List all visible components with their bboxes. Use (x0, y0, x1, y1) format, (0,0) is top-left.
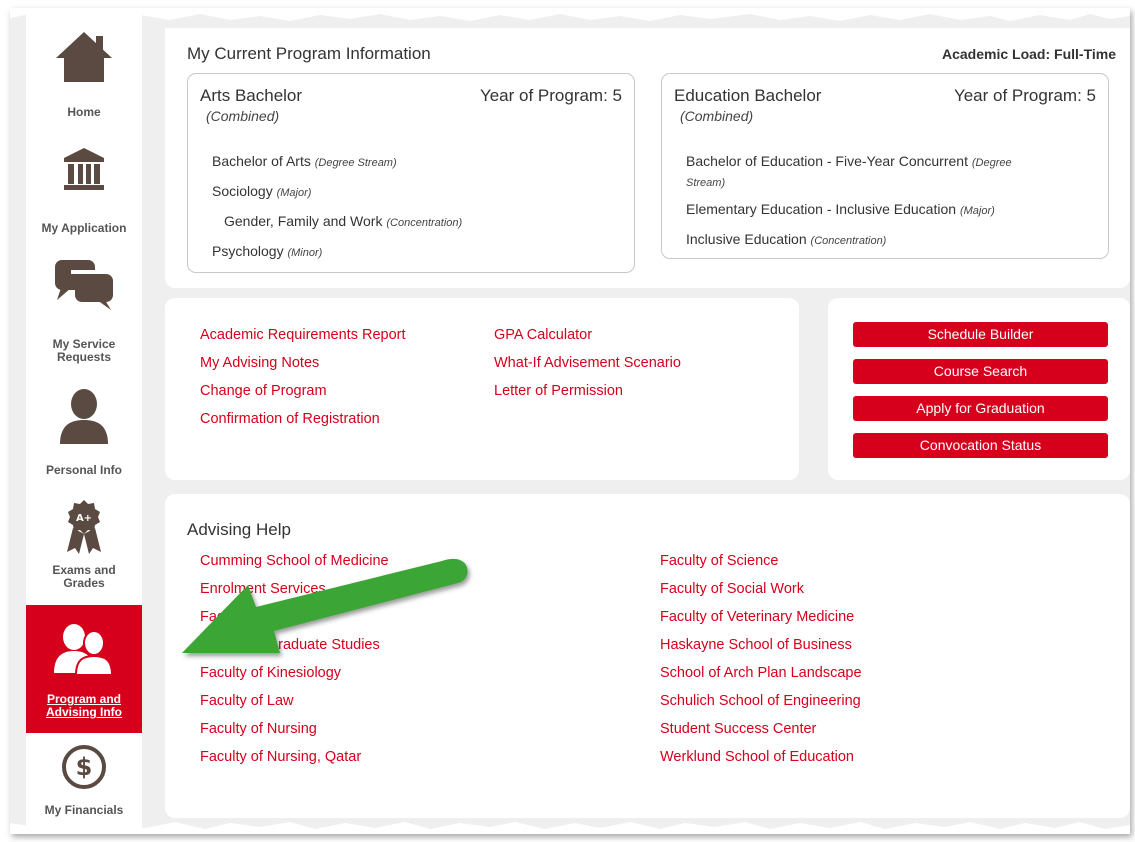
program-name: Arts Bachelor (200, 86, 303, 105)
academic-load: Academic Load: Full-Time (942, 46, 1116, 62)
program-line: Sociology (Major) (212, 183, 312, 199)
program-type: (Combined) (206, 108, 280, 124)
sidebar-item-my-application[interactable]: My Application (26, 138, 142, 238)
torn-edge-top (10, 8, 1130, 21)
sidebar-item-label: My Service Requests (52, 337, 116, 364)
screenshot-frame: Home My Application My Service Requests … (10, 8, 1130, 834)
program-box-arts: Arts Bachelor (Combined) Year of Program… (187, 73, 635, 273)
help-link[interactable]: Schulich School of Engineering (660, 693, 861, 709)
help-link[interactable]: Faculty of Social Work (660, 581, 804, 597)
sidebar-item-label: Program and Advising Info (46, 692, 122, 719)
sidebar-item-program-advising[interactable]: Program and Advising Info (26, 605, 142, 733)
award-ribbon-icon: A+ (67, 500, 101, 554)
sidebar-item-service-requests[interactable]: My Service Requests (26, 258, 142, 378)
link-change-program[interactable]: Change of Program (200, 383, 327, 399)
apply-graduation-button[interactable]: Apply for Graduation (853, 396, 1108, 421)
help-link[interactable]: Faculty of Veterinary Medicine (660, 609, 854, 625)
help-link[interactable]: Werklund School of Education (660, 749, 854, 765)
sidebar-nav: Home My Application My Service Requests … (26, 8, 142, 834)
program-line: Bachelor of Education - Five-Year Concur… (686, 153, 1012, 189)
sidebar-item-label: My Application (41, 221, 127, 235)
program-year: Year of Program: 5 (479, 86, 622, 105)
help-link[interactable]: Faculty of Nursing, Qatar (200, 749, 361, 765)
advising-links-card: Academic Requirements Report My Advising… (165, 298, 799, 480)
sidebar-item-exams-grades[interactable]: A+ Exams and Grades (26, 498, 142, 603)
institution-icon (64, 148, 104, 190)
link-academic-requirements[interactable]: Academic Requirements Report (200, 327, 406, 343)
sidebar-item-label: Home (67, 105, 101, 119)
link-letter-permission[interactable]: Letter of Permission (494, 383, 623, 399)
course-search-button[interactable]: Course Search (853, 359, 1108, 384)
program-year: Year of Program: 5 (953, 86, 1096, 105)
program-info-title: My Current Program Information (187, 44, 431, 63)
chat-bubbles-icon (55, 260, 113, 310)
torn-edge-bottom (10, 822, 1130, 834)
actions-card: Schedule Builder Course Search Apply for… (828, 298, 1130, 480)
convocation-status-button[interactable]: Convocation Status (853, 433, 1108, 458)
annotation-arrow-icon (182, 558, 468, 653)
help-link[interactable]: Haskayne School of Business (660, 637, 852, 653)
sidebar-item-label: Exams and Grades (52, 563, 116, 590)
program-type: (Combined) (680, 108, 754, 124)
program-name: Education Bachelor (674, 86, 822, 105)
help-link[interactable]: School of Arch Plan Landscape (660, 665, 862, 681)
program-info-card: My Current Program Information Academic … (165, 28, 1130, 288)
help-link[interactable]: Faculty of Law (200, 693, 294, 709)
home-icon (56, 32, 112, 82)
svg-text:$: $ (76, 753, 93, 781)
advising-help-title: Advising Help (187, 520, 291, 539)
help-link[interactable]: Faculty of Science (660, 553, 778, 569)
program-line: Bachelor of Arts (Degree Stream) (212, 153, 397, 169)
program-line: Elementary Education - Inclusive Educati… (686, 201, 995, 217)
dollar-circle-icon: $ (62, 745, 106, 789)
link-advising-notes[interactable]: My Advising Notes (200, 355, 319, 371)
link-gpa-calculator[interactable]: GPA Calculator (494, 327, 592, 343)
two-users-icon (54, 624, 114, 675)
sidebar-item-home[interactable]: Home (26, 28, 142, 128)
schedule-builder-button[interactable]: Schedule Builder (853, 322, 1108, 347)
program-box-education: Education Bachelor (Combined) Year of Pr… (661, 73, 1109, 259)
program-line: Inclusive Education (Concentration) (686, 231, 887, 247)
person-icon (60, 389, 108, 444)
link-confirmation-registration[interactable]: Confirmation of Registration (200, 411, 380, 427)
sidebar-item-label: Personal Info (45, 463, 122, 477)
sidebar-item-personal-info[interactable]: Personal Info (26, 388, 142, 488)
help-link[interactable]: Student Success Center (660, 721, 816, 737)
link-what-if-scenario[interactable]: What-If Advisement Scenario (494, 355, 681, 371)
help-link[interactable]: Faculty of Nursing (200, 721, 317, 737)
program-line: Psychology (Minor) (212, 243, 323, 259)
program-line: Gender, Family and Work (Concentration) (224, 213, 463, 229)
grade-badge: A+ (76, 513, 92, 524)
